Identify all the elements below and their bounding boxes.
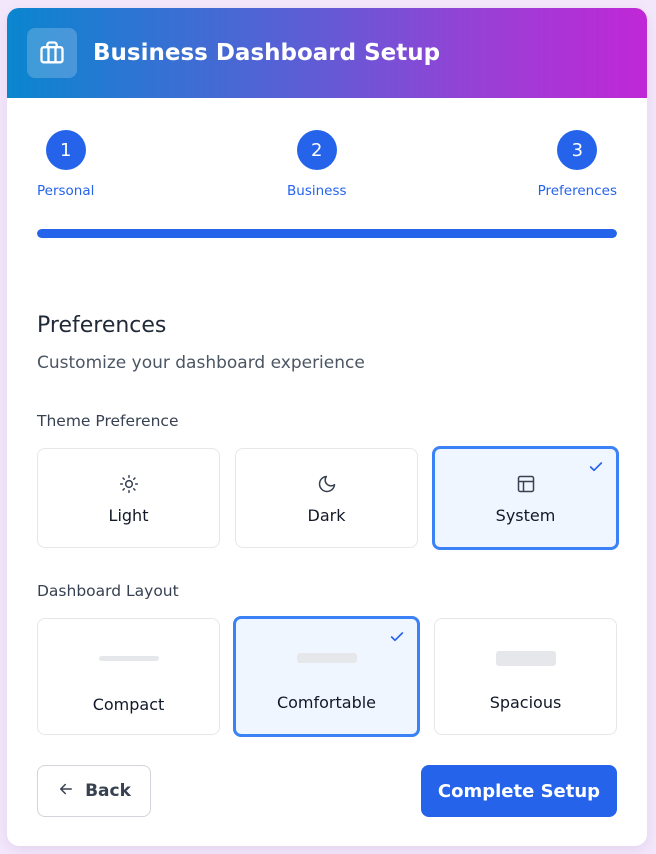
option-label: Compact (92, 695, 165, 714)
arrow-left-icon (57, 780, 75, 803)
step-label: Business (287, 183, 347, 199)
step-preferences[interactable]: 3 Preferences (538, 130, 617, 199)
theme-option-system[interactable]: System (432, 446, 619, 550)
complete-setup-button[interactable]: Complete Setup (421, 765, 617, 817)
step-number: 3 (557, 130, 598, 170)
section-subtitle: Customize your dashboard experience (37, 353, 365, 373)
layout-label: Dashboard Layout (37, 582, 179, 600)
comfortable-preview (296, 653, 357, 663)
page-title: Business Dashboard Setup (93, 40, 441, 66)
back-button[interactable]: Back (37, 765, 151, 817)
option-label: Spacious (489, 693, 562, 712)
theme-label: Theme Preference (37, 412, 179, 430)
step-label: Preferences (537, 183, 617, 199)
check-icon (389, 629, 405, 649)
option-label: Light (108, 505, 149, 525)
compact-preview (98, 656, 159, 661)
briefcase-icon (27, 28, 77, 78)
step-business[interactable]: 2 Business (287, 130, 347, 199)
layout-option-compact[interactable]: Compact (37, 618, 220, 735)
back-label: Back (85, 781, 131, 801)
theme-option-light[interactable]: Light (37, 448, 220, 548)
check-icon (588, 459, 604, 479)
progress-fill (37, 229, 617, 238)
step-number: 2 (296, 130, 337, 170)
section-title: Preferences (37, 313, 167, 338)
spacious-preview (495, 651, 556, 666)
step-personal[interactable]: 1 Personal (37, 130, 94, 199)
header: Business Dashboard Setup (7, 8, 647, 98)
step-number: 1 (45, 130, 86, 170)
theme-option-dark[interactable]: Dark (235, 448, 418, 548)
option-label: Comfortable (276, 693, 377, 712)
layout-option-comfortable[interactable]: Comfortable (233, 616, 420, 737)
layout-option-spacious[interactable]: Spacious (434, 618, 617, 735)
stepper: 1 Personal 2 Business 3 Preferences (7, 130, 647, 210)
option-label: System (495, 505, 556, 525)
step-label: Personal (37, 183, 95, 199)
moon-icon (317, 472, 337, 496)
setup-card: Business Dashboard Setup 1 Personal 2 Bu… (7, 8, 647, 846)
layout-icon (516, 472, 536, 496)
option-label: Dark (307, 505, 346, 525)
sun-icon (119, 472, 139, 496)
progress-bar (37, 229, 617, 238)
